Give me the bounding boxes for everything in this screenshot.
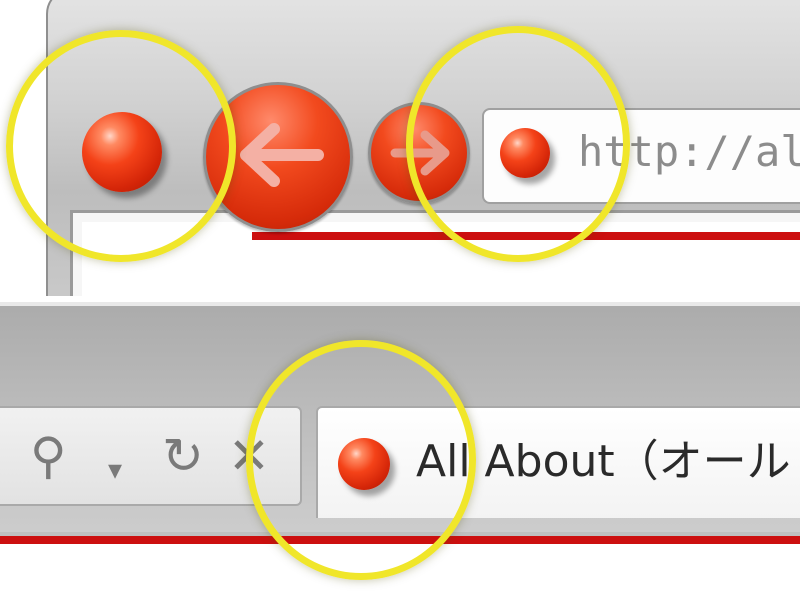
search-icon[interactable]: ⚲ (30, 426, 67, 486)
highlight-circle-app-icon (6, 30, 236, 262)
tab-strip-top-edge (0, 302, 800, 306)
refresh-icon[interactable]: ↻ (162, 426, 204, 486)
highlight-circle-address-favicon (406, 26, 630, 262)
chevron-down-icon[interactable]: ▾ (108, 440, 122, 500)
highlight-circle-tab-favicon (246, 340, 476, 580)
